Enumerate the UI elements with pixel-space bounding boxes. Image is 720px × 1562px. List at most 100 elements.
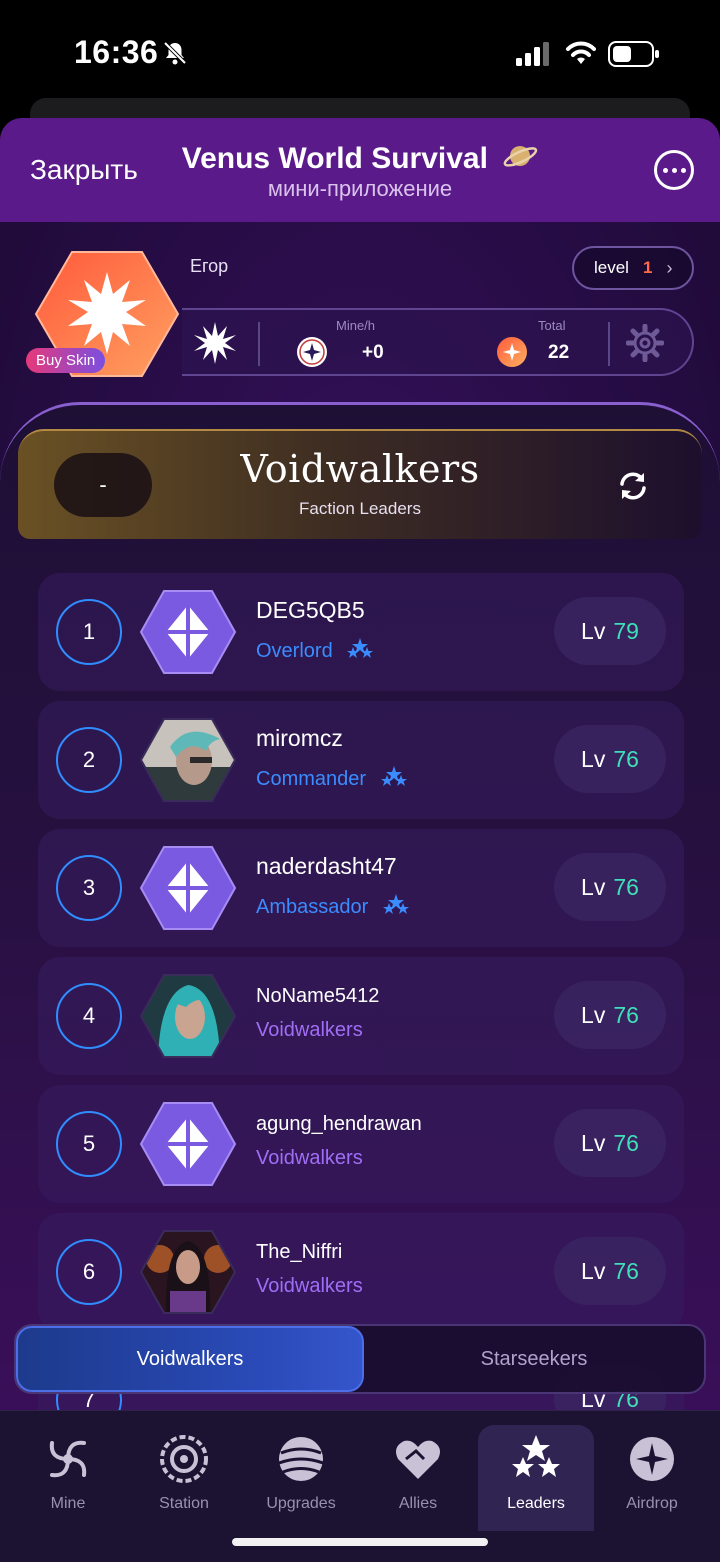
leader-row[interactable]: 3 naderdasht47 Ambassador Lv 76 bbox=[38, 829, 684, 947]
leader-name: The_Niffri bbox=[256, 1241, 343, 1263]
nav-leaders[interactable]: Leaders bbox=[478, 1425, 594, 1531]
miniapp-header: Закрыть Venus World Survival мини-прилож… bbox=[0, 118, 720, 222]
lv-label: Lv bbox=[581, 873, 606, 900]
lv-label: Lv bbox=[581, 1129, 606, 1156]
lv-value: 76 bbox=[613, 1129, 639, 1156]
level-label: level bbox=[594, 258, 629, 277]
leader-title-text: Commander bbox=[256, 768, 367, 790]
sparkle-coin-icon bbox=[630, 1437, 674, 1481]
rank-badge: 2 bbox=[56, 727, 122, 793]
leader-title: Ambassador bbox=[256, 893, 410, 919]
wifi-icon bbox=[566, 41, 596, 64]
leader-title: Voidwalkers bbox=[256, 1019, 363, 1041]
leader-name: agung_hendrawan bbox=[256, 1113, 422, 1135]
stats-bar: Mine/h +0 Total 22 bbox=[182, 308, 694, 376]
chevron-right-icon: › bbox=[666, 257, 673, 278]
lv-label: Lv bbox=[581, 745, 606, 772]
app-subtitle: мини-приложение bbox=[267, 176, 453, 201]
tab-starseekers[interactable]: Starseekers bbox=[364, 1326, 704, 1392]
crystal-icon bbox=[140, 1102, 236, 1186]
leader-title-text: Ambassador bbox=[256, 896, 369, 918]
lv-value: 76 bbox=[613, 1257, 639, 1284]
lv-value: 76 bbox=[613, 1001, 639, 1028]
refresh-icon[interactable] bbox=[616, 469, 650, 503]
buy-skin-button[interactable]: Buy Skin bbox=[26, 348, 106, 373]
leader-name: NoName5412 bbox=[256, 985, 380, 1007]
lv-label: Lv bbox=[581, 617, 606, 644]
rank-badge: 6 bbox=[56, 1239, 122, 1305]
nav-airdrop[interactable]: Airdrop bbox=[594, 1425, 710, 1531]
more-dot-icon bbox=[671, 167, 677, 173]
level-pill: Lv 76 bbox=[554, 1109, 666, 1177]
level-button[interactable]: level 1 › bbox=[572, 246, 694, 290]
leader-title-text: Overlord bbox=[256, 640, 333, 662]
portrait-dark-hair bbox=[140, 1230, 236, 1314]
handshake-heart-icon bbox=[396, 1440, 440, 1479]
leaderboard-panel: - Voidwalkers Faction Leaders 1 DEG5QB5 … bbox=[0, 402, 720, 1410]
leader-row[interactable]: 5 agung_hendrawan Voidwalkers Lv 76 bbox=[38, 1085, 684, 1203]
tab-voidwalkers[interactable]: Voidwalkers bbox=[16, 1326, 364, 1392]
rank-badge: 1 bbox=[56, 599, 122, 665]
total-label: Total bbox=[538, 318, 566, 333]
level-pill: Lv 76 bbox=[554, 981, 666, 1049]
leader-name: naderdasht47 bbox=[256, 853, 397, 879]
leader-row[interactable]: 2 miromcz Commander Lv 76 bbox=[38, 701, 684, 819]
lv-value: 79 bbox=[613, 617, 639, 644]
more-dot-icon bbox=[662, 167, 668, 173]
rank-badge: 5 bbox=[56, 1111, 122, 1177]
nav-label: Station bbox=[159, 1495, 209, 1512]
planet-icon bbox=[278, 1437, 324, 1481]
gear-icon[interactable] bbox=[626, 324, 664, 362]
nav-station[interactable]: Station bbox=[126, 1425, 242, 1531]
portrait-cyborg bbox=[140, 718, 236, 802]
faction-banner: - Voidwalkers Faction Leaders bbox=[18, 429, 702, 539]
app-content: Buy Skin Егор level 1 › Mine/h +0 Total … bbox=[0, 222, 720, 1410]
lv-value: 76 bbox=[613, 745, 639, 772]
status-time: 16:36 bbox=[74, 34, 159, 70]
stars-icon bbox=[512, 1435, 560, 1477]
crystal-icon bbox=[140, 846, 236, 930]
nav-mine[interactable]: Mine bbox=[10, 1425, 126, 1531]
ringed-planet-icon bbox=[503, 146, 538, 167]
mine-per-hour-value: +0 bbox=[362, 342, 384, 363]
lv-label: Lv bbox=[581, 1257, 606, 1284]
battery-icon bbox=[608, 41, 659, 67]
level-pill: Lv 76 bbox=[554, 853, 666, 921]
home-indicator bbox=[232, 1538, 488, 1546]
leader-title: Overlord bbox=[256, 637, 374, 663]
rank-badge: 4 bbox=[56, 983, 122, 1049]
total-coin-icon bbox=[497, 337, 527, 367]
nav-label: Upgrades bbox=[266, 1495, 336, 1512]
level-pill: Lv 76 bbox=[554, 1237, 666, 1305]
level-value: 1 bbox=[642, 258, 653, 277]
divider bbox=[258, 322, 260, 366]
rank-badge: 3 bbox=[56, 855, 122, 921]
station-icon bbox=[160, 1435, 208, 1483]
leader-row[interactable]: 1 DEG5QB5 Overlord Lv 79 bbox=[38, 573, 684, 691]
total-value: 22 bbox=[548, 342, 570, 363]
divider bbox=[608, 322, 610, 366]
leader-title: Voidwalkers bbox=[256, 1147, 363, 1169]
level-pill: Lv 79 bbox=[554, 597, 666, 665]
lv-label: Lv bbox=[581, 1001, 606, 1028]
spiral-galaxy-icon bbox=[49, 1440, 87, 1478]
nav-upgrades[interactable]: Upgrades bbox=[243, 1425, 359, 1531]
faction-switcher: Voidwalkers Starseekers bbox=[14, 1324, 706, 1394]
nav-label: Airdrop bbox=[626, 1495, 678, 1512]
level-pill: Lv 76 bbox=[554, 725, 666, 793]
mine-per-hour-label: Mine/h bbox=[336, 318, 376, 333]
rank-stars-icon bbox=[382, 894, 409, 914]
leader-row[interactable]: 6 The_Niffri Voidwalkers Lv 76 bbox=[38, 1213, 684, 1331]
leader-name: DEG5QB5 bbox=[256, 597, 365, 623]
rank-stars-icon bbox=[347, 638, 374, 658]
nav-allies[interactable]: Allies bbox=[360, 1425, 476, 1531]
starburst-icon bbox=[194, 322, 236, 364]
status-bar: 16:36 bbox=[0, 0, 720, 100]
nav-label: Leaders bbox=[507, 1495, 565, 1512]
nav-label: Allies bbox=[398, 1495, 438, 1512]
more-dot-icon bbox=[680, 167, 686, 173]
more-options-button[interactable] bbox=[654, 150, 694, 190]
leader-title: Voidwalkers bbox=[256, 1275, 363, 1297]
leader-row[interactable]: 4 NoName5412 Voidwalkers Lv 76 bbox=[38, 957, 684, 1075]
nav-label: Mine bbox=[50, 1495, 86, 1512]
